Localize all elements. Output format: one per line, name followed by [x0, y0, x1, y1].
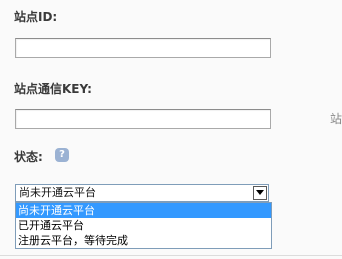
site-key-side-hint: 站 [330, 112, 342, 126]
status-label: 状态: [14, 150, 43, 164]
status-dropdown-list: 尚未开通云平台 已开通云平台 注册云平台，等待完成 [15, 202, 272, 249]
help-icon[interactable]: ? [55, 148, 69, 162]
divider [0, 255, 342, 256]
status-option-activated[interactable]: 已开通云平台 [16, 218, 271, 233]
status-select-value: 尚未开通云平台 [19, 186, 96, 199]
status-option-not-activated[interactable]: 尚未开通云平台 [16, 203, 271, 218]
site-key-label: 站点通信KEY: [14, 82, 92, 96]
status-select[interactable]: 尚未开通云平台 [15, 184, 269, 202]
site-key-field[interactable] [15, 109, 271, 129]
site-id-label: 站点ID: [14, 10, 58, 24]
dropdown-arrow-button[interactable] [253, 186, 267, 200]
chevron-down-icon [256, 190, 264, 195]
site-id-field[interactable] [15, 38, 271, 58]
status-option-registering[interactable]: 注册云平台，等待完成 [16, 233, 271, 248]
